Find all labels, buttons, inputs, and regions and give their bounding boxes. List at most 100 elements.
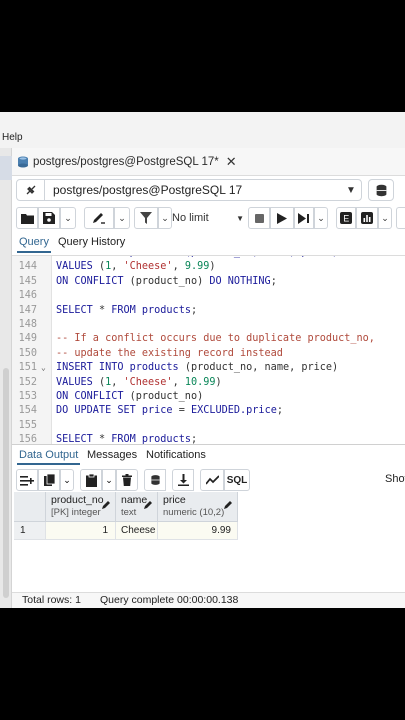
left-panel-edge [0,148,12,608]
graph-visualiser-button[interactable] [200,469,224,491]
filter-button[interactable] [134,207,158,229]
tab-query[interactable]: Query [17,236,51,253]
show-rows-label[interactable]: Show [385,473,405,485]
code-token: 10.99 [184,376,216,388]
code-token: products [141,434,191,444]
code-token: -- update the existing record instead [56,347,283,359]
limit-label: No limit [172,212,209,224]
code-token: ON CONFLICT [56,391,130,402]
left-scrollbar[interactable] [3,368,9,598]
tab-query-tool[interactable]: postgres/postgres@PostgreSQL 17* ✕ [17,151,237,173]
edit-column-icon[interactable] [144,500,153,509]
close-tab-icon[interactable]: ✕ [226,154,237,170]
add-row-button[interactable] [16,469,38,491]
query-status: Query complete 00:00:00.138 [100,594,239,606]
copy-button[interactable] [38,469,60,491]
code-line[interactable]: 153 ON CONFLICT (product_no) [12,390,405,404]
code-token: price [141,405,179,417]
line-number: 152 [18,376,37,388]
line-number: 144 [18,261,37,273]
trash-icon [122,474,132,486]
save-options-dropdown[interactable]: ⌄ [60,207,76,229]
edit-options-dropdown[interactable]: ⌄ [114,207,130,229]
table-cell[interactable]: 1 [46,522,116,540]
code-text: VALUES (1, 'Cheese', 10.99) [56,376,222,390]
code-line[interactable]: 154 DO UPDATE SET price = EXCLUDED.price; [12,404,405,418]
chevron-down-icon[interactable]: ▼ [341,185,361,196]
edit-column-icon[interactable] [102,500,111,509]
download-button[interactable] [172,469,194,491]
play-icon [277,212,287,224]
chevron-down-icon: ⌄ [317,212,325,223]
code-token: DO NOTHING [209,275,271,287]
code-line[interactable]: 146 [12,289,405,303]
tab-messages[interactable]: Messages [87,449,137,461]
folder-icon [20,213,34,224]
column-header-price[interactable]: price numeric (10,2) [158,492,238,522]
menu-bar: Help [0,112,405,148]
pencil-icon [93,213,105,224]
stop-button[interactable] [248,207,270,229]
code-line[interactable]: 156 SELECT * FROM products; [12,433,405,444]
execute-script-button[interactable] [294,207,314,229]
code-line[interactable]: 155 [12,419,405,433]
database-save-icon [150,475,160,485]
code-token: ; [276,405,283,417]
code-token: (product_no) [129,275,210,287]
column-header-name[interactable]: name text [116,492,158,522]
code-line[interactable]: 151 ⌄ INSERT INTO products (product_no, na… [12,361,405,375]
edit-column-icon[interactable] [224,500,233,509]
menu-help[interactable]: Help [2,132,23,143]
line-number: 151 [18,362,37,374]
copy-options-dropdown[interactable]: ⌄ [60,469,74,491]
code-token: * [98,304,112,316]
delete-button[interactable] [116,469,138,491]
more-toolbar-button[interactable] [396,207,405,229]
table-cell[interactable]: Cheese [116,522,158,540]
status-bar: Total rows: 1 Query complete 00:00:00.13… [12,592,405,608]
code-line[interactable]: 148 [12,318,405,332]
row-number[interactable]: 1 [14,522,46,540]
code-token: 'Cheese' [123,261,173,273]
total-rows: Total rows: 1 [22,594,81,606]
tab-data-output[interactable]: Data Output [16,449,81,465]
explain-options-dropdown[interactable]: ⌄ [378,207,392,229]
edit-button[interactable] [84,207,114,229]
save-data-button[interactable] [144,469,166,491]
code-line[interactable]: 147 SELECT * FROM products; [12,304,405,318]
save-file-button[interactable] [38,207,60,229]
sql-button[interactable]: SQL [224,469,250,491]
line-number: 154 [18,405,37,417]
paste-options-dropdown[interactable]: ⌄ [102,469,116,491]
line-number: 147 [18,304,37,316]
sql-editor[interactable]: 143INSERT INTO products (product_no, nam… [12,256,405,444]
tab-query-history[interactable]: Query History [58,236,125,248]
database-button[interactable] [368,179,394,201]
explain-analyze-button[interactable] [356,207,378,229]
code-token: ON CONFLICT [56,275,130,287]
chevron-down-icon: ⌄ [105,474,113,485]
connection-status-icon[interactable] [17,180,45,200]
code-line[interactable]: 149 -- If a conflict occurs due to duplic… [12,332,405,346]
tab-notifications[interactable]: Notifications [146,449,206,461]
code-line[interactable]: 144 VALUES (1, 'Cheese', 9.99) [12,260,405,274]
code-token: INSERT INTO [56,362,130,374]
open-file-button[interactable] [16,207,38,229]
code-line[interactable]: 152 VALUES (1, 'Cheese', 10.99) [12,376,405,390]
code-line[interactable]: 145 ON CONFLICT (product_no) DO NOTHING; [12,275,405,289]
table-cell[interactable]: 9.99 [158,522,238,540]
explain-button[interactable]: E [336,207,356,229]
code-line[interactable]: 150 -- update the existing record instead [12,347,405,361]
code-token: = [178,405,191,417]
paste-button[interactable] [80,469,102,491]
limit-select[interactable]: No limit ▼ [162,207,252,229]
execute-button[interactable] [270,207,294,229]
line-number: 148 [18,319,37,330]
connection-select[interactable]: postgres/postgres@PostgreSQL 17 ▼ [16,179,362,201]
column-name: price [163,494,186,506]
sql-label: SQL [226,474,248,486]
fold-chevron-icon[interactable]: ⌄ [41,361,46,375]
execute-options-dropdown[interactable]: ⌄ [314,207,328,229]
chevron-down-icon: ⌄ [64,212,72,223]
grid-corner-header[interactable] [14,492,46,522]
